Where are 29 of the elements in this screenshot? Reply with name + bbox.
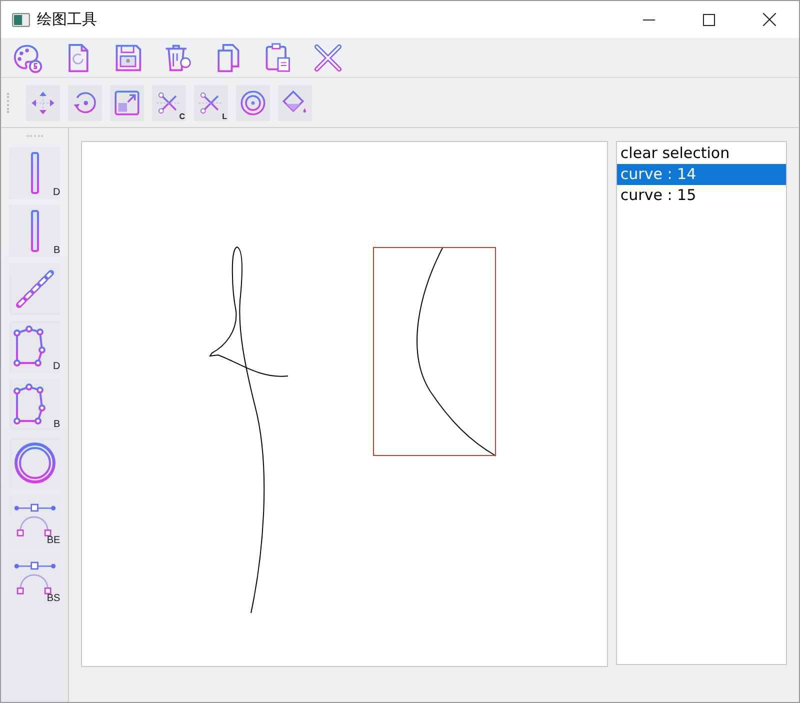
bar-tool-button[interactable]: B — [9, 205, 60, 257]
trash-can-icon — [163, 42, 193, 72]
list-item[interactable]: clear selection — [617, 143, 786, 164]
fill-tool-button[interactable] — [278, 84, 312, 120]
move-tool-button[interactable] — [26, 84, 60, 120]
rectangle-icon — [30, 152, 39, 194]
rotate-tool-button[interactable] — [68, 84, 102, 120]
list-item[interactable]: curve : 15 — [617, 185, 786, 206]
window-title: 绘图工具 — [37, 10, 97, 29]
chain-tool-button[interactable] — [9, 263, 60, 315]
close-icon — [762, 13, 776, 26]
list-item[interactable]: curve : 14 — [617, 164, 786, 185]
cut-tool-button[interactable]: C — [152, 84, 186, 120]
scale-tool-button[interactable] — [110, 84, 144, 120]
minimize-icon — [643, 18, 655, 20]
clipboard-icon — [263, 42, 293, 72]
cross-icon — [313, 42, 343, 72]
concentric-circles-icon — [239, 88, 267, 116]
rectangle-icon — [30, 210, 39, 252]
app-icon — [12, 12, 30, 26]
cut-tool-button[interactable]: L — [194, 84, 228, 120]
ring-icon — [12, 441, 57, 485]
polygon-tool-button[interactable]: B — [9, 379, 60, 431]
maximize-icon — [703, 14, 715, 26]
resize-icon — [113, 88, 141, 116]
polygon-tool-button[interactable]: D — [9, 321, 60, 373]
bar-tool-button[interactable]: D — [9, 147, 60, 199]
palette-icon — [13, 42, 43, 72]
target-tool-button[interactable] — [236, 84, 270, 120]
